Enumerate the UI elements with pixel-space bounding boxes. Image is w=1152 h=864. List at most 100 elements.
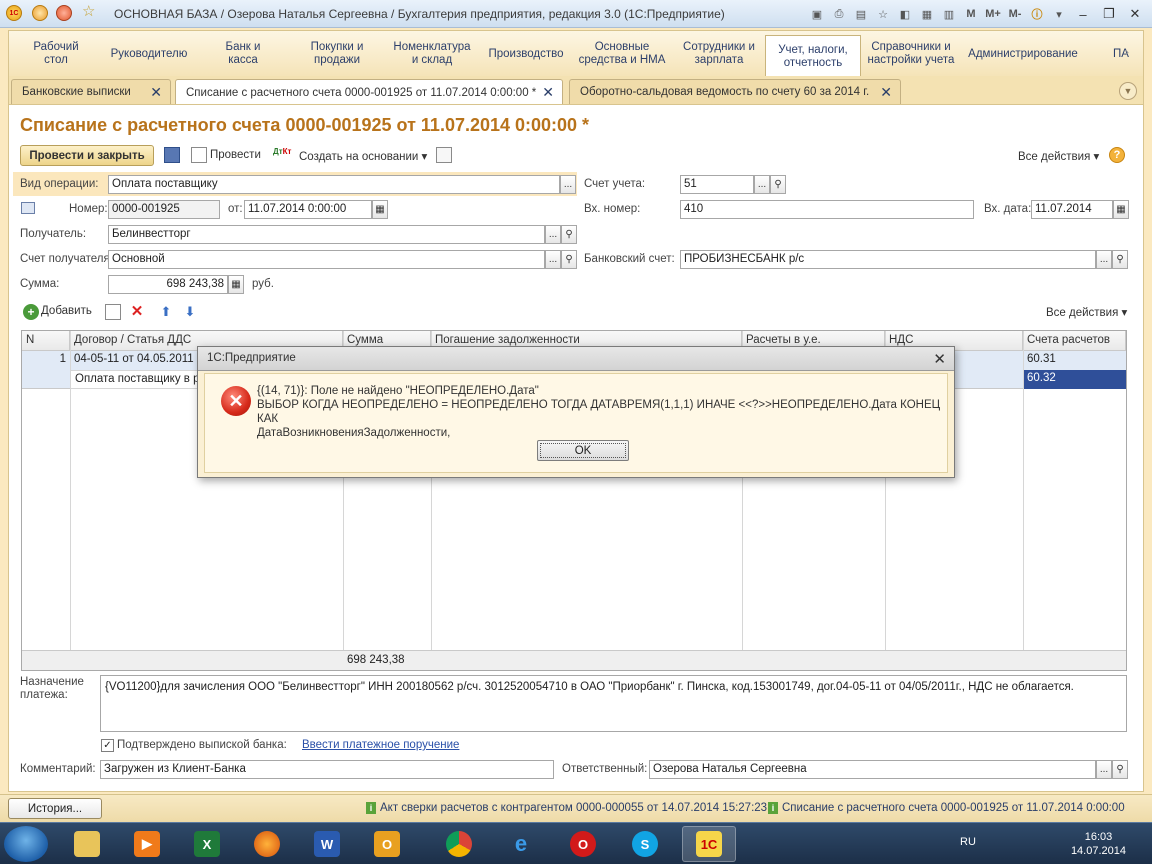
dialog-close-icon[interactable]: ✕: [933, 350, 946, 368]
minimize-icon[interactable]: –: [1072, 5, 1094, 23]
save-icon[interactable]: [164, 147, 180, 163]
ok-button[interactable]: OK: [537, 440, 629, 461]
account-search-icon[interactable]: ⚲: [770, 175, 786, 194]
restore-icon[interactable]: ❐: [1098, 5, 1120, 23]
start-button[interactable]: [4, 826, 48, 862]
status-link[interactable]: i Списание с расчетного счета 0000-001925…: [768, 802, 1125, 814]
section-bank-cash[interactable]: Банк и касса: [211, 35, 275, 73]
table-all-actions-menu[interactable]: Все действия ▾: [1046, 305, 1127, 319]
close-tab-icon[interactable]: ✕: [880, 84, 892, 101]
post-and-close-button[interactable]: Провести и закрыть: [20, 145, 154, 166]
clock[interactable]: 16:03 14.07.2014: [1071, 830, 1126, 858]
delete-row-icon[interactable]: ✕: [129, 304, 145, 320]
recipient-account-search-icon[interactable]: ⚲: [561, 250, 577, 269]
taskbar-explorer[interactable]: [60, 826, 114, 862]
all-actions-menu[interactable]: Все действия ▾: [1018, 149, 1099, 163]
number-field[interactable]: 0000-001925: [108, 200, 220, 219]
taskbar-outlook[interactable]: O: [360, 826, 414, 862]
enter-payment-order-link[interactable]: Ввести платежное поручение: [302, 739, 459, 751]
close-icon[interactable]: ✕: [1124, 5, 1146, 23]
op-type-field[interactable]: Оплата поставщику: [108, 175, 560, 194]
bank-account-field[interactable]: ПРОБИЗНЕСБАНК р/с: [680, 250, 1096, 269]
sections-scroll-right-icon[interactable]: ›: [1125, 45, 1137, 61]
sum-field[interactable]: 698 243,38: [108, 275, 228, 294]
row-account-2[interactable]: 60.32: [1023, 370, 1126, 389]
tab-write-off-document[interactable]: Списание с расчетного счета 0000-001925 …: [175, 79, 563, 105]
report-icon[interactable]: [436, 147, 452, 163]
dropdown-icon[interactable]: ▾: [1050, 5, 1068, 23]
calculator-icon[interactable]: ▦: [918, 5, 936, 23]
post-icon[interactable]: [191, 147, 207, 163]
sum-calculator-icon[interactable]: ▦: [228, 275, 244, 294]
favorites-add-icon[interactable]: ☆: [874, 5, 892, 23]
dt-kt-icon[interactable]: ДтКт: [273, 147, 291, 163]
memory-minus-button[interactable]: M-: [1006, 5, 1024, 23]
app-logo-icon[interactable]: 1C: [6, 5, 22, 21]
section-catalogs-settings[interactable]: Справочники и настройки учета: [865, 35, 957, 73]
section-accounting-taxes[interactable]: Учет, налоги, отчетность: [765, 35, 861, 77]
taskbar-ie[interactable]: e: [494, 826, 548, 862]
recipient-select-button[interactable]: ...: [545, 225, 561, 244]
section-nomenclature[interactable]: Номенклатура и склад: [389, 35, 475, 73]
main-menu-icon[interactable]: [32, 5, 48, 21]
responsible-select-button[interactable]: ...: [1096, 760, 1112, 779]
post-button[interactable]: Провести: [210, 149, 261, 161]
taskbar-excel[interactable]: X: [180, 826, 234, 862]
save-icon[interactable]: ▣: [808, 5, 826, 23]
tabs-menu-chevron-icon[interactable]: ▼: [1119, 82, 1137, 100]
payment-purpose-field[interactable]: {VO11200}для зачисления ООО "Белинвестто…: [100, 675, 1127, 732]
account-select-button[interactable]: ...: [754, 175, 770, 194]
calendar-icon[interactable]: ▥: [940, 5, 958, 23]
col-n[interactable]: N: [22, 331, 70, 351]
taskbar-word[interactable]: W: [300, 826, 354, 862]
history-button[interactable]: История...: [8, 798, 102, 819]
in-date-calendar-icon[interactable]: ▦: [1113, 200, 1129, 219]
copy-row-icon[interactable]: [105, 304, 121, 320]
taskbar-chrome[interactable]: [432, 826, 486, 862]
bank-account-select-button[interactable]: ...: [1096, 250, 1112, 269]
tab-bank-statements[interactable]: Банковские выписки ✕: [11, 79, 171, 104]
taskbar-opera[interactable]: O: [556, 826, 610, 862]
section-staff-salary[interactable]: Сотрудники и зарплата: [681, 35, 757, 73]
in-date-field[interactable]: 11.07.2014: [1031, 200, 1113, 219]
confirmed-by-bank-checkbox[interactable]: ✓: [101, 739, 114, 752]
row-account-1[interactable]: 60.31: [1023, 351, 1126, 367]
recipient-account-field[interactable]: Основной: [108, 250, 545, 269]
memory-m-button[interactable]: M: [962, 5, 980, 23]
taskbar-firefox[interactable]: [240, 826, 294, 862]
recipient-field[interactable]: Белинвестторг: [108, 225, 545, 244]
memory-plus-button[interactable]: M+: [984, 5, 1002, 23]
info-icon[interactable]: ⓘ: [1028, 5, 1046, 23]
taskbar-media-player[interactable]: ▶: [120, 826, 174, 862]
help-icon[interactable]: ?: [1109, 147, 1125, 163]
close-tab-icon[interactable]: ✕: [542, 84, 554, 101]
print-icon[interactable]: ⎙: [830, 5, 848, 23]
date-field[interactable]: 11.07.2014 0:00:00: [244, 200, 372, 219]
section-desktop[interactable]: Рабочий стол: [23, 35, 89, 73]
close-tab-icon[interactable]: ✕: [150, 84, 162, 101]
move-down-icon[interactable]: ⬇: [182, 304, 198, 320]
history-icon[interactable]: ◧: [896, 5, 914, 23]
taskbar-skype[interactable]: S: [618, 826, 672, 862]
preview-icon[interactable]: ▤: [852, 5, 870, 23]
responsible-field[interactable]: Озерова Наталья Сергеевна: [649, 760, 1096, 779]
comment-field[interactable]: Загружен из Клиент-Банка: [100, 760, 554, 779]
col-settlement-accounts[interactable]: Счета расчетов: [1023, 331, 1126, 351]
bank-account-search-icon[interactable]: ⚲: [1112, 250, 1128, 269]
status-link[interactable]: i Акт сверки расчетов с контрагентом 0000…: [366, 802, 767, 814]
recipient-account-select-button[interactable]: ...: [545, 250, 561, 269]
section-production[interactable]: Производство: [483, 35, 569, 73]
responsible-search-icon[interactable]: ⚲: [1112, 760, 1128, 779]
row-dds-item[interactable]: Оплата поставщику в ру: [70, 370, 200, 389]
back-icon[interactable]: [56, 5, 72, 21]
recipient-search-icon[interactable]: ⚲: [561, 225, 577, 244]
op-type-select-button[interactable]: ...: [560, 175, 576, 194]
create-based-on-menu[interactable]: Создать на основании ▾: [299, 149, 427, 163]
tab-balance-sheet-60[interactable]: Оборотно-сальдовая ведомость по счету 60…: [569, 79, 901, 104]
section-manager[interactable]: Руководителю: [105, 35, 193, 73]
taskbar-1c[interactable]: 1C: [682, 826, 736, 862]
account-field[interactable]: 51: [680, 175, 754, 194]
move-up-icon[interactable]: ⬆: [158, 304, 174, 320]
add-icon[interactable]: +: [23, 304, 39, 320]
section-administration[interactable]: Администрирование: [967, 35, 1079, 73]
